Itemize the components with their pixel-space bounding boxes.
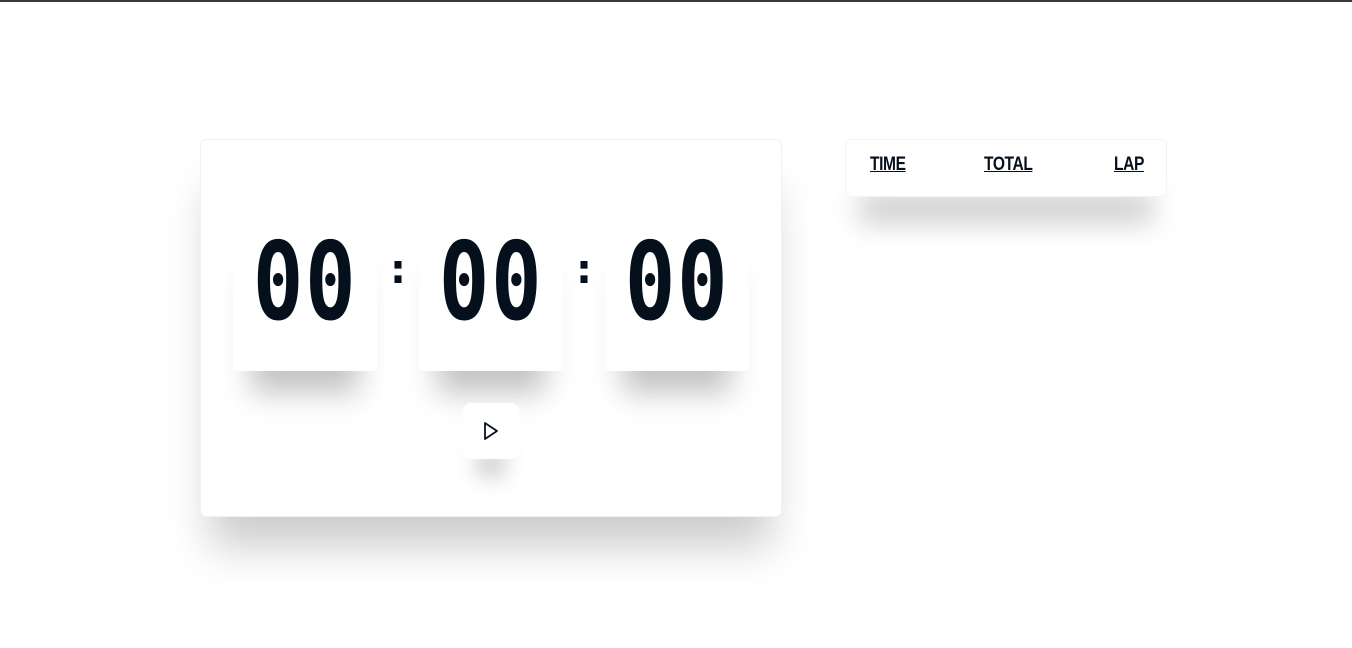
seconds-display: 00 bbox=[605, 215, 749, 371]
top-border bbox=[0, 0, 1352, 2]
hours-minutes-separator: : bbox=[390, 247, 406, 293]
minutes-seconds-separator: : bbox=[576, 247, 592, 293]
hours-display: 00 bbox=[233, 215, 377, 371]
sort-by-lap-header[interactable]: LAP bbox=[1114, 154, 1144, 176]
sort-by-time-header[interactable]: TIME bbox=[870, 154, 906, 176]
play-button[interactable] bbox=[463, 403, 519, 459]
minutes-display: 00 bbox=[419, 215, 563, 371]
stopwatch-card: 00 : 00 : 00 bbox=[200, 139, 782, 517]
sort-by-total-header[interactable]: TOTAL bbox=[984, 154, 1033, 176]
laps-table-header: TIME TOTAL LAP bbox=[845, 139, 1167, 197]
minutes-value: 00 bbox=[438, 220, 544, 345]
hours-value: 00 bbox=[252, 220, 358, 345]
play-icon bbox=[484, 422, 498, 440]
seconds-value: 00 bbox=[624, 220, 730, 345]
